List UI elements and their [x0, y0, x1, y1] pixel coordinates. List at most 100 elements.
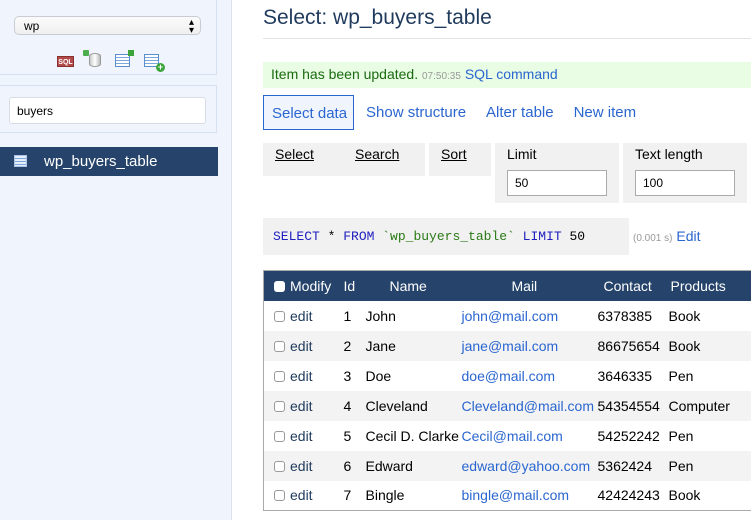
- header-name[interactable]: Name: [361, 270, 462, 301]
- products-cell: Book: [668, 480, 751, 511]
- edit-link[interactable]: edit: [290, 308, 313, 324]
- contact-cell: 42424243: [597, 480, 669, 511]
- contact-cell: 54354554: [597, 390, 669, 421]
- modify-cell: edit: [263, 450, 338, 481]
- row-checkbox[interactable]: [274, 490, 285, 502]
- row-checkbox[interactable]: [274, 460, 285, 472]
- id-cell: 7: [337, 480, 362, 511]
- name-cell: Cleveland: [361, 390, 462, 421]
- edit-link[interactable]: edit: [290, 487, 313, 503]
- row-checkbox[interactable]: [274, 370, 285, 382]
- modify-cell: edit: [263, 480, 338, 511]
- sql-query: SELECT * FROM `wp_buyers_table` LIMIT 50: [263, 218, 629, 255]
- header-mail[interactable]: Mail: [461, 270, 598, 301]
- sql-keyword: LIMIT: [522, 229, 562, 244]
- mail-cell: Cleveland@mail.com: [461, 390, 598, 421]
- modify-cell: edit: [263, 330, 338, 361]
- export-icon[interactable]: [115, 53, 132, 68]
- edit-link[interactable]: edit: [290, 338, 313, 354]
- success-message: Item has been updated. 07:50:35 SQL comm…: [263, 62, 751, 88]
- header-products[interactable]: Products: [668, 270, 751, 301]
- table-tabs: Select data Show structure Alter table N…: [263, 95, 648, 130]
- name-cell: Jane: [361, 330, 462, 361]
- mail-cell: Cecil@mail.com: [461, 420, 598, 451]
- id-cell: 2: [337, 330, 362, 361]
- header-id[interactable]: Id: [337, 270, 362, 301]
- mail-link[interactable]: jane@mail.com: [462, 338, 559, 354]
- sidebar-item-wp-buyers-table[interactable]: wp_buyers_table: [0, 147, 218, 176]
- edit-link[interactable]: edit: [290, 398, 313, 414]
- table-search-input[interactable]: [9, 97, 206, 124]
- database-select[interactable]: wp ▴ ▾: [14, 16, 201, 36]
- mail-link[interactable]: doe@mail.com: [462, 368, 556, 384]
- mail-link[interactable]: bingle@mail.com: [462, 487, 570, 503]
- query-duration: (0.001 s): [633, 233, 673, 244]
- search-fieldset: Search: [343, 143, 425, 176]
- contact-cell: 5362424: [597, 450, 669, 481]
- products-cell: Book: [668, 330, 751, 361]
- name-cell: Doe: [361, 360, 462, 391]
- text-length-input[interactable]: [635, 170, 735, 196]
- edit-query-link[interactable]: Edit: [676, 228, 700, 244]
- import-icon[interactable]: [86, 53, 103, 68]
- table-header-row: Modify Id Name Mail Contact Products: [263, 270, 751, 301]
- tab-select-data[interactable]: Select data: [263, 95, 354, 130]
- id-cell: 4: [337, 390, 362, 421]
- sidebar-item-label: wp_buyers_table: [44, 153, 158, 170]
- header-label: Modify: [290, 277, 332, 294]
- row-checkbox[interactable]: [274, 310, 285, 322]
- database-panel: wp ▴ ▾ SQL: [0, 0, 217, 75]
- tab-new-item[interactable]: New item: [566, 95, 645, 130]
- id-cell: 6: [337, 450, 362, 481]
- search-toggle[interactable]: Search: [355, 146, 399, 162]
- table-row: edit 2 Jane jane@mail.com 86675654 Book: [263, 330, 751, 361]
- row-checkbox[interactable]: [274, 400, 285, 412]
- mail-link[interactable]: Cecil@mail.com: [462, 428, 563, 444]
- sidebar: wp ▴▾ SQL wp_buyers_table: [0, 0, 232, 520]
- id-cell: 1: [337, 300, 362, 331]
- create-table-icon[interactable]: [144, 53, 161, 68]
- mail-cell: edward@yahoo.com: [461, 450, 598, 481]
- edit-link[interactable]: edit: [290, 368, 313, 384]
- sql-keyword: FROM: [343, 229, 375, 244]
- mail-link[interactable]: john@mail.com: [462, 308, 559, 324]
- table-row: edit 3 Doe doe@mail.com 3646335 Pen: [263, 360, 751, 391]
- contact-cell: 6378385: [597, 300, 669, 331]
- database-select-value: wp: [24, 19, 40, 33]
- name-cell: Edward: [361, 450, 462, 481]
- mail-link[interactable]: edward@yahoo.com: [462, 458, 591, 474]
- products-cell: Pen: [668, 420, 751, 451]
- sql-table-name: `wp_buyers_table`: [374, 229, 523, 244]
- tab-alter-table[interactable]: Alter table: [478, 95, 562, 130]
- sort-toggle[interactable]: Sort: [441, 146, 467, 162]
- header-contact[interactable]: Contact: [597, 270, 669, 301]
- tab-show-structure[interactable]: Show structure: [358, 95, 474, 130]
- table-row: edit 7 Bingle bingle@mail.com 42424243 Book: [263, 480, 751, 511]
- edit-link[interactable]: edit: [290, 458, 313, 474]
- title-divider: [263, 38, 751, 39]
- sql-command-icon[interactable]: SQL: [57, 53, 74, 68]
- limit-input[interactable]: [507, 170, 607, 196]
- row-checkbox[interactable]: [274, 430, 285, 442]
- id-cell: 5: [337, 420, 362, 451]
- page-title: Select: wp_buyers_table: [263, 6, 492, 29]
- mail-cell: john@mail.com: [461, 300, 598, 331]
- mail-link[interactable]: Cleveland@mail.com: [462, 398, 594, 414]
- sql-token: *: [319, 229, 344, 244]
- row-checkbox[interactable]: [274, 340, 285, 352]
- edit-link[interactable]: edit: [290, 428, 313, 444]
- products-cell: Pen: [668, 450, 751, 481]
- sql-command-link[interactable]: SQL command: [465, 66, 558, 82]
- select-arrows-icon: ▴ ▾: [188, 17, 194, 36]
- contact-cell: 86675654: [597, 330, 669, 361]
- products-cell: Book: [668, 300, 751, 331]
- limit-label: Limit: [507, 146, 537, 162]
- sql-keyword: SELECT: [273, 229, 320, 244]
- mail-cell: doe@mail.com: [461, 360, 598, 391]
- select-all-checkbox[interactable]: [274, 280, 285, 292]
- modify-cell: edit: [263, 390, 338, 421]
- table-row: edit 5 Cecil D. Clarke Cecil@mail.com 542522…: [263, 420, 751, 451]
- table-row: edit 1 John john@mail.com 6378385 Book: [263, 300, 751, 331]
- select-toggle[interactable]: Select: [275, 146, 314, 162]
- name-cell: Cecil D. Clarke: [361, 420, 462, 451]
